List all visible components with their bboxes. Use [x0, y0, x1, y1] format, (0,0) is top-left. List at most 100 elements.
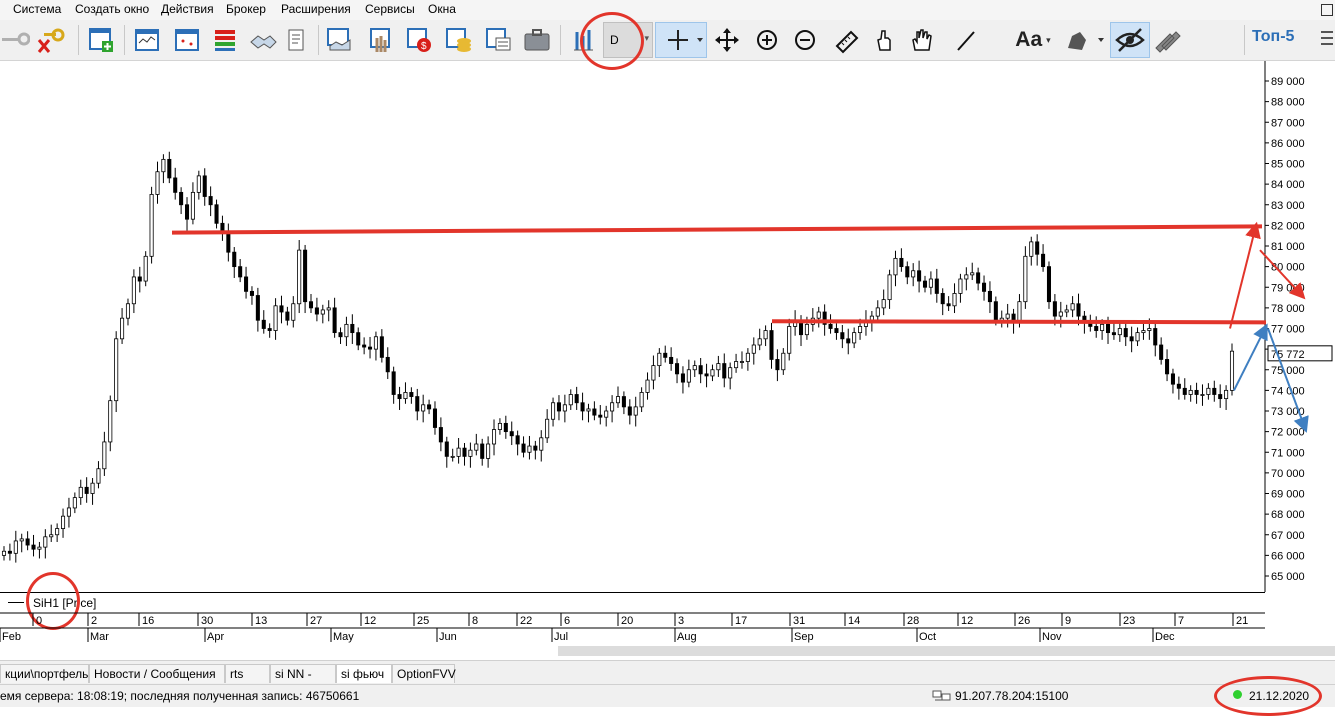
orders-icon[interactable]	[282, 24, 312, 56]
menu-sistema[interactable]: Система	[13, 2, 61, 16]
y-tick-label: 72 000	[1271, 427, 1305, 439]
candle-body	[102, 441, 107, 470]
day-tick-label: 12	[364, 615, 376, 627]
ruler-icon[interactable]	[832, 24, 862, 56]
accounts-icon[interactable]	[484, 24, 514, 56]
candle-body	[739, 361, 745, 363]
list-icon[interactable]	[1318, 24, 1335, 56]
candle-body	[1094, 326, 1099, 331]
candle-body	[716, 363, 721, 371]
menu-windows[interactable]: Окна	[428, 2, 456, 16]
menu-services[interactable]: Сервисы	[365, 2, 415, 16]
move-icon[interactable]	[712, 24, 742, 56]
y-tick-label: 86 000	[1271, 138, 1305, 150]
tab-rts[interactable]: rts	[225, 664, 270, 683]
candle-body	[1206, 387, 1211, 395]
time-axis-svg: 0 2 16 30 13 27 12 25 8 22 6 20 3 17 31 14 28 12 26 9 23 7 21 F…	[0, 612, 1265, 643]
chart-icon[interactable]	[172, 24, 202, 56]
menu-create-window[interactable]: Создать окно	[75, 2, 149, 16]
candle-body	[521, 443, 526, 453]
day-tick-label: 26	[1018, 615, 1030, 627]
zoom-out-icon[interactable]	[790, 24, 820, 56]
candle-body	[1064, 309, 1069, 313]
tab-si-nn-call[interactable]: si NN -Call	[270, 664, 336, 700]
annotation-ellipse-date	[1214, 676, 1322, 716]
resistance-line	[171, 224, 1263, 235]
hand-point-icon[interactable]	[868, 24, 898, 56]
stop-order-icon[interactable]: $	[404, 24, 434, 56]
alert-bell-icon[interactable]	[1062, 24, 1108, 56]
candle-body	[308, 301, 314, 309]
zoom-in-icon[interactable]	[752, 24, 782, 56]
tab-si-futures[interactable]: si фьюч	[336, 664, 392, 683]
candle-body	[580, 402, 585, 412]
candle-body	[226, 233, 231, 253]
candle-body	[368, 346, 373, 350]
month-tick-label: Feb	[2, 631, 21, 643]
key-icon[interactable]	[0, 24, 30, 56]
candle-body	[90, 482, 95, 494]
restore-icon[interactable]	[1321, 4, 1333, 16]
candle-body	[261, 319, 266, 329]
hand-drag-icon[interactable]	[906, 24, 936, 56]
depth-icon[interactable]	[210, 24, 240, 56]
quotes-table-icon[interactable]	[132, 24, 162, 56]
candle-body	[1224, 389, 1229, 400]
candle-body	[456, 447, 461, 457]
candle-body	[397, 394, 402, 400]
portfolio-icon[interactable]	[444, 24, 474, 56]
candle-body	[356, 332, 361, 346]
candle-body	[19, 538, 24, 542]
line-tool-icon[interactable]	[952, 24, 982, 56]
tab-optionfvv[interactable]: OptionFVV	[392, 664, 456, 683]
new-order-icon[interactable]	[324, 24, 354, 56]
day-tick-label: 3	[678, 615, 684, 627]
day-tick-label: 23	[1123, 615, 1135, 627]
crosshair-tool[interactable]	[655, 22, 707, 58]
hide-objects-toggle[interactable]	[1110, 22, 1150, 58]
price-chart[interactable]: 89 000 88 000 87 000 86 000 85 000 84 000 83 0…	[0, 61, 1335, 592]
candle-body	[657, 352, 662, 367]
candle-body	[527, 445, 532, 453]
menu-broker[interactable]: Брокер	[226, 2, 266, 16]
candle-body	[887, 274, 892, 301]
disconnect-icon[interactable]	[36, 24, 66, 56]
candle-body	[816, 311, 821, 319]
pen-tools-icon[interactable]	[1152, 24, 1182, 56]
candle-body	[710, 369, 715, 377]
menu-actions[interactable]: Действия	[161, 2, 214, 16]
text-font-icon[interactable]: Aa ▾	[1008, 24, 1058, 56]
candle-body	[415, 396, 420, 412]
chart-svg: 89 000 88 000 87 000 86 000 85 000 84 000 83 0…	[1, 61, 1333, 592]
tab-portfolio[interactable]: кции\портфель	[0, 664, 89, 683]
briefcase-icon[interactable]	[522, 24, 552, 56]
candle-body	[551, 402, 556, 420]
candle-body	[586, 408, 591, 412]
y-tick-label: 82 000	[1271, 220, 1305, 232]
candle-body	[1212, 387, 1217, 395]
candle-body	[704, 373, 709, 377]
candle-body	[976, 272, 981, 284]
horizontal-scrollbar[interactable]	[558, 646, 1335, 656]
candle-body	[509, 431, 514, 437]
candle-body	[970, 272, 975, 276]
candle-body	[1058, 311, 1063, 317]
candle-body	[137, 276, 142, 282]
tab-news[interactable]: Новости / Сообщения	[89, 664, 225, 683]
candle-body	[149, 194, 154, 257]
candle-body	[574, 394, 579, 404]
limits-icon[interactable]	[366, 24, 396, 56]
candle-body	[491, 429, 497, 445]
candle-body	[196, 175, 201, 193]
top5-button[interactable]: Топ-5	[1252, 28, 1294, 46]
candle-body	[545, 418, 550, 439]
candle-body	[1218, 394, 1223, 400]
new-window-icon[interactable]	[86, 24, 116, 56]
day-tick-label: 31	[793, 615, 805, 627]
menu-extensions[interactable]: Расширения	[281, 2, 351, 16]
trades-icon[interactable]	[248, 24, 278, 56]
candle-body	[432, 408, 438, 428]
candle-body	[686, 369, 691, 383]
candle-body	[757, 338, 762, 346]
candle-body	[503, 422, 508, 433]
